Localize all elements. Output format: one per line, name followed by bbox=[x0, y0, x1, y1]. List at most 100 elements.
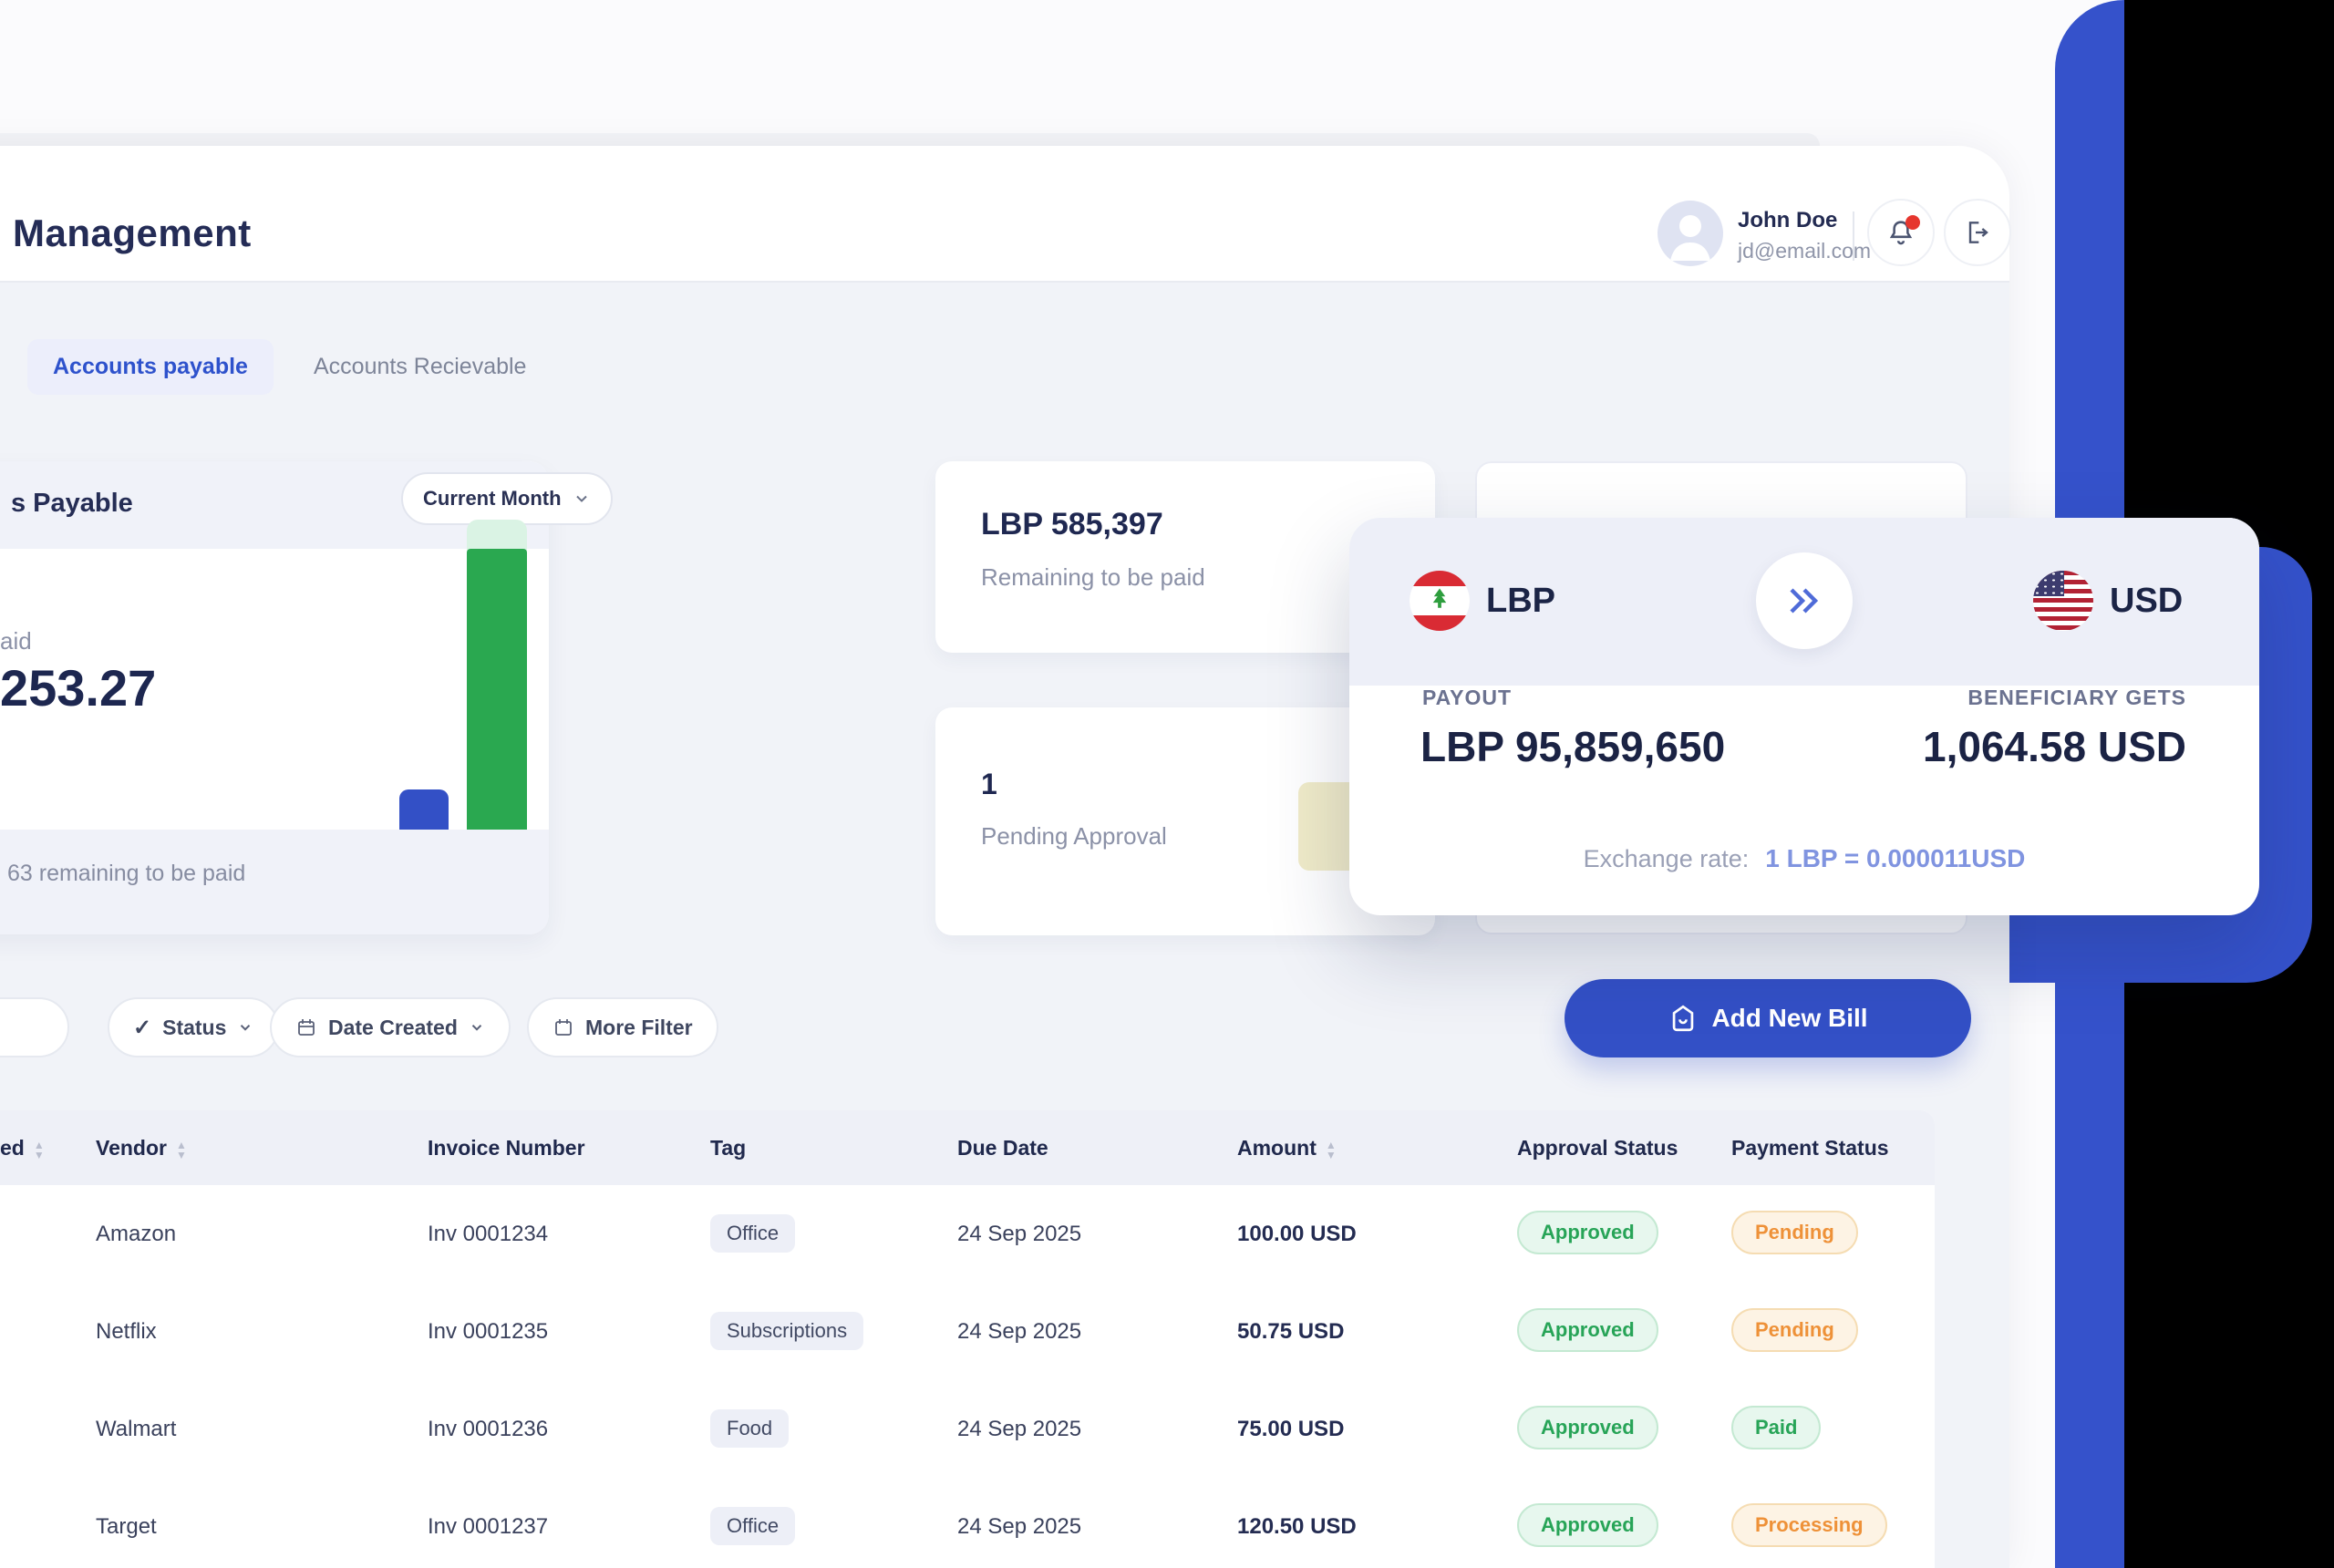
user-email: jd@email.com bbox=[1738, 239, 1871, 263]
due-date-cell: 24 Sep 2025 bbox=[957, 1283, 1081, 1380]
more-filter-label: More Filter bbox=[585, 1016, 693, 1040]
amount-cell: 100.00 USD bbox=[1237, 1185, 1357, 1283]
double-chevron-right-icon bbox=[1782, 579, 1826, 623]
vendor-cell: Walmart bbox=[96, 1380, 176, 1478]
table-row[interactable]: Target Inv 0001237 Office 24 Sep 2025 12… bbox=[0, 1478, 1935, 1568]
sort-icon[interactable]: ▲▼ bbox=[34, 1140, 45, 1160]
beneficiary-gets-value: 1,064.58 USD bbox=[1923, 722, 2186, 771]
period-dropdown-label: Current Month bbox=[423, 487, 562, 511]
table-row[interactable]: Netflix Inv 0001235 Subscriptions 24 Sep… bbox=[0, 1283, 1935, 1382]
amount-cell: 75.00 USD bbox=[1237, 1380, 1344, 1478]
chart-bar-blue bbox=[399, 789, 449, 830]
person-icon bbox=[1658, 201, 1723, 266]
column-date-created[interactable]: ed▲▼ bbox=[0, 1110, 45, 1185]
avatar[interactable] bbox=[1658, 201, 1723, 266]
tag-badge: Office bbox=[710, 1214, 795, 1253]
payment-status-badge: Paid bbox=[1731, 1406, 1821, 1449]
sort-icon[interactable]: ▲▼ bbox=[176, 1140, 187, 1160]
bills-table: ed▲▼ Vendor▲▼ Invoice Number Tag Due Dat… bbox=[0, 1110, 1935, 1568]
paid-label-fragment: aid bbox=[0, 627, 32, 655]
vendor-cell: Netflix bbox=[96, 1283, 157, 1380]
add-new-bill-button[interactable]: Add New Bill bbox=[1565, 979, 1971, 1057]
status-filter-label: Status bbox=[162, 1016, 226, 1040]
header-vertical-divider bbox=[1853, 211, 1854, 261]
remaining-value: LBP 585,397 bbox=[981, 507, 1163, 542]
date-created-filter-label: Date Created bbox=[328, 1016, 458, 1040]
sort-icon[interactable]: ▲▼ bbox=[1326, 1140, 1337, 1160]
chart-bar-green bbox=[467, 549, 527, 830]
column-payment-status: Payment Status bbox=[1731, 1110, 1889, 1185]
cedar-tree-icon bbox=[1426, 586, 1453, 614]
payment-status-badge: Pending bbox=[1731, 1308, 1858, 1352]
logout-icon bbox=[1963, 218, 1992, 247]
bag-icon bbox=[1668, 1003, 1699, 1034]
paid-amount-fragment: 253.27 bbox=[0, 658, 156, 717]
vendor-cell: Target bbox=[96, 1478, 157, 1568]
chevron-down-icon bbox=[573, 490, 591, 508]
table-header-row: ed▲▼ Vendor▲▼ Invoice Number Tag Due Dat… bbox=[0, 1110, 1935, 1185]
column-invoice-number: Invoice Number bbox=[428, 1110, 585, 1185]
table-row[interactable]: Amazon Inv 0001234 Office 24 Sep 2025 10… bbox=[0, 1185, 1935, 1284]
lebanon-flag-icon bbox=[1410, 571, 1470, 631]
logout-button[interactable] bbox=[1944, 199, 2011, 266]
exchange-rate-label: Exchange rate: bbox=[1584, 845, 1750, 873]
invoice-cell: Inv 0001234 bbox=[428, 1185, 548, 1283]
invoice-cell: Inv 0001237 bbox=[428, 1478, 548, 1568]
from-currency-code[interactable]: LBP bbox=[1486, 582, 1555, 621]
date-created-filter[interactable]: Date Created bbox=[270, 997, 511, 1057]
approval-status-badge: Approved bbox=[1517, 1406, 1658, 1449]
remaining-label: Remaining to be paid bbox=[981, 563, 1205, 592]
calendar-icon bbox=[553, 1016, 574, 1038]
pending-approval-label: Pending Approval bbox=[981, 822, 1167, 851]
check-icon: ✓ bbox=[133, 1015, 151, 1041]
amount-cell: 120.50 USD bbox=[1237, 1478, 1357, 1568]
chevron-down-icon bbox=[237, 1019, 253, 1036]
amount-cell: 50.75 USD bbox=[1237, 1283, 1344, 1380]
header-divider bbox=[0, 281, 2009, 283]
swap-currencies-button[interactable] bbox=[1756, 552, 1853, 649]
invoice-cell: Inv 0001235 bbox=[428, 1283, 548, 1380]
approval-status-badge: Approved bbox=[1517, 1308, 1658, 1352]
beneficiary-gets-label: BENEFICIARY GETS bbox=[1967, 686, 2186, 710]
screenshot-stage: Management John Doe jd@email.com Account… bbox=[0, 0, 2334, 1568]
search-input[interactable] bbox=[0, 997, 69, 1057]
calendar-icon bbox=[295, 1016, 317, 1038]
status-filter[interactable]: ✓ Status bbox=[108, 997, 279, 1057]
accounts-payable-card-title: s Payable bbox=[11, 489, 133, 519]
payout-label: PAYOUT bbox=[1422, 686, 1512, 710]
due-date-cell: 24 Sep 2025 bbox=[957, 1478, 1081, 1568]
payment-status-badge: Processing bbox=[1731, 1503, 1887, 1547]
exchange-rate-value: 1 LBP = 0.000011USD bbox=[1765, 844, 2025, 873]
tab-accounts-payable[interactable]: Accounts payable bbox=[27, 339, 274, 395]
exchange-rate-row: Exchange rate: 1 LBP = 0.000011USD bbox=[1349, 844, 2259, 873]
pending-approval-count: 1 bbox=[981, 768, 997, 801]
page-title: Management bbox=[13, 211, 252, 255]
vendor-cell: Amazon bbox=[96, 1185, 176, 1283]
to-currency-code[interactable]: USD bbox=[2110, 582, 2183, 621]
notification-dot bbox=[1905, 215, 1920, 230]
user-name: John Doe bbox=[1738, 208, 1837, 233]
remaining-to-pay-text: 63 remaining to be paid bbox=[7, 861, 245, 887]
tag-badge: Subscriptions bbox=[710, 1312, 863, 1350]
column-amount[interactable]: Amount▲▼ bbox=[1237, 1110, 1337, 1185]
column-tag: Tag bbox=[710, 1110, 746, 1185]
invoice-cell: Inv 0001236 bbox=[428, 1380, 548, 1478]
payout-value: LBP 95,859,650 bbox=[1420, 722, 1725, 771]
notifications-button[interactable] bbox=[1867, 199, 1935, 266]
approval-status-badge: Approved bbox=[1517, 1211, 1658, 1254]
column-due-date: Due Date bbox=[957, 1110, 1048, 1185]
tag-badge: Office bbox=[710, 1507, 795, 1545]
tag-badge: Food bbox=[710, 1409, 789, 1448]
add-new-bill-label: Add New Bill bbox=[1711, 1004, 1867, 1033]
payment-status-badge: Pending bbox=[1731, 1211, 1858, 1254]
tab-accounts-receivable[interactable]: Accounts Recievable bbox=[314, 354, 526, 380]
column-vendor[interactable]: Vendor▲▼ bbox=[96, 1110, 187, 1185]
more-filter[interactable]: More Filter bbox=[527, 997, 718, 1057]
period-dropdown[interactable]: Current Month bbox=[401, 472, 613, 525]
approval-status-badge: Approved bbox=[1517, 1503, 1658, 1547]
due-date-cell: 24 Sep 2025 bbox=[957, 1185, 1081, 1283]
chevron-down-icon bbox=[469, 1019, 485, 1036]
table-row[interactable]: Walmart Inv 0001236 Food 24 Sep 2025 75.… bbox=[0, 1380, 1935, 1480]
usa-flag-icon bbox=[2033, 571, 2093, 631]
due-date-cell: 24 Sep 2025 bbox=[957, 1380, 1081, 1478]
